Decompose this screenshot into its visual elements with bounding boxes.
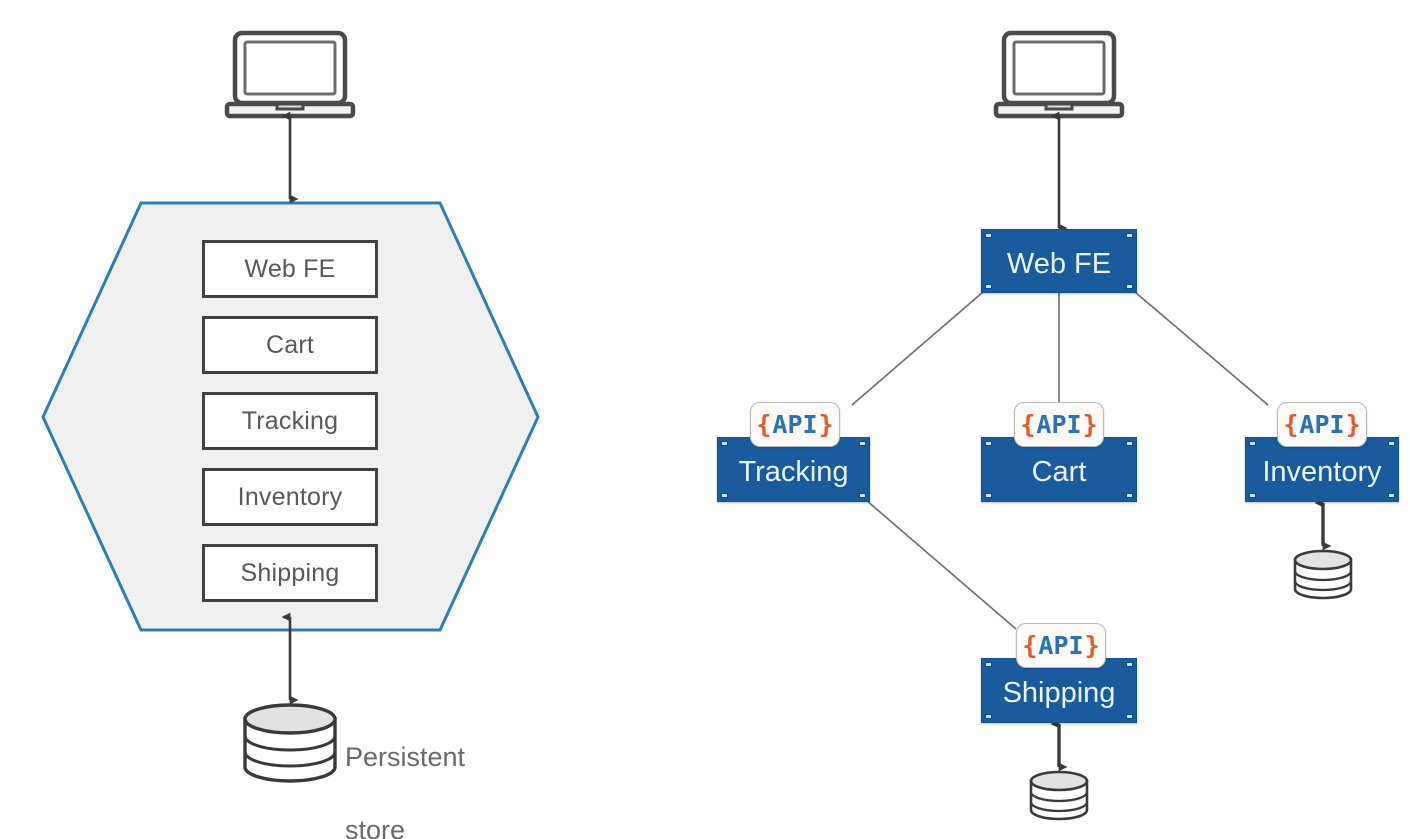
monolith-module-label: Shipping xyxy=(240,558,340,587)
service-label: Cart xyxy=(1031,456,1087,488)
connector-webfe-inventory xyxy=(1134,291,1269,406)
connector-tracking-shipping xyxy=(865,499,1017,630)
monolith-module-label: Inventory xyxy=(237,482,343,511)
resize-handle-bottom-right[interactable] xyxy=(1126,714,1133,719)
api-badge-inventory[interactable]: { API } xyxy=(1277,402,1367,447)
api-badge-close-brace: } xyxy=(1084,631,1100,660)
resize-handle-top-right[interactable] xyxy=(859,441,866,446)
service-box-web-fe[interactable]: Web FE xyxy=(981,229,1137,293)
api-badge-close-brace: } xyxy=(1082,410,1098,439)
resize-handle-bottom-left[interactable] xyxy=(985,284,992,289)
resize-handle-bottom-left[interactable] xyxy=(721,493,728,498)
api-badge-close-brace: } xyxy=(1345,410,1361,439)
monolith-module-label: Web FE xyxy=(244,254,336,283)
monolith-module-shipping[interactable]: Shipping xyxy=(202,544,378,602)
resize-handle-top-left[interactable] xyxy=(721,441,728,446)
laptop-icon xyxy=(993,30,1125,119)
monolith-module-label: Cart xyxy=(265,330,315,359)
connector-webfe-tracking xyxy=(851,291,984,406)
monolith-module-tracking[interactable]: Tracking xyxy=(202,392,378,450)
resize-handle-top-right[interactable] xyxy=(1388,441,1395,446)
persistent-store-label-line-2: store xyxy=(345,815,406,839)
resize-handle-top-left[interactable] xyxy=(1249,441,1256,446)
api-badge-text: API xyxy=(1036,410,1082,439)
resize-handle-bottom-right[interactable] xyxy=(859,493,866,498)
api-badge-text: API xyxy=(772,410,818,439)
monolith-module-inventory[interactable]: Inventory xyxy=(202,468,378,526)
laptop-icon xyxy=(224,30,356,119)
resize-handle-top-right[interactable] xyxy=(1126,662,1133,667)
resize-handle-top-left[interactable] xyxy=(985,441,992,446)
resize-handle-top-left[interactable] xyxy=(985,662,992,667)
persistent-store-label: Persistent store xyxy=(345,703,465,839)
database-cylinder-icon xyxy=(243,703,337,783)
resize-handle-bottom-right[interactable] xyxy=(1126,493,1133,498)
resize-handle-bottom-left[interactable] xyxy=(985,493,992,498)
persistent-store-label-line-1: Persistent xyxy=(345,742,466,773)
service-label: Tracking xyxy=(738,456,849,488)
api-badge-open-brace: { xyxy=(1020,410,1036,439)
api-badge-cart[interactable]: { API } xyxy=(1014,402,1104,447)
resize-handle-top-left[interactable] xyxy=(985,233,992,238)
api-badge-shipping[interactable]: { API } xyxy=(1016,623,1106,668)
monolith-module-label: Tracking xyxy=(241,406,339,435)
api-badge-open-brace: { xyxy=(1022,631,1038,660)
service-label: Shipping xyxy=(1002,677,1116,709)
diagram-canvas: Web FE Cart Tracking Inventory Shipping … xyxy=(0,0,1410,839)
api-badge-open-brace: { xyxy=(1283,410,1299,439)
database-cylinder-icon xyxy=(1293,549,1353,600)
resize-handle-bottom-right[interactable] xyxy=(1388,493,1395,498)
api-badge-tracking[interactable]: { API } xyxy=(750,402,840,447)
resize-handle-top-right[interactable] xyxy=(1126,441,1133,446)
api-badge-text: API xyxy=(1038,631,1084,660)
resize-handle-bottom-left[interactable] xyxy=(1249,493,1256,498)
api-badge-text: API xyxy=(1299,410,1345,439)
resize-handle-bottom-left[interactable] xyxy=(985,714,992,719)
service-label: Inventory xyxy=(1262,456,1382,488)
api-badge-close-brace: } xyxy=(818,410,834,439)
resize-handle-top-right[interactable] xyxy=(1126,233,1133,238)
api-badge-open-brace: { xyxy=(756,410,772,439)
monolith-module-cart[interactable]: Cart xyxy=(202,316,378,374)
monolith-module-web-fe[interactable]: Web FE xyxy=(202,240,378,298)
database-cylinder-icon xyxy=(1029,770,1089,821)
service-label: Web FE xyxy=(1006,247,1112,280)
resize-handle-bottom-right[interactable] xyxy=(1126,284,1133,289)
